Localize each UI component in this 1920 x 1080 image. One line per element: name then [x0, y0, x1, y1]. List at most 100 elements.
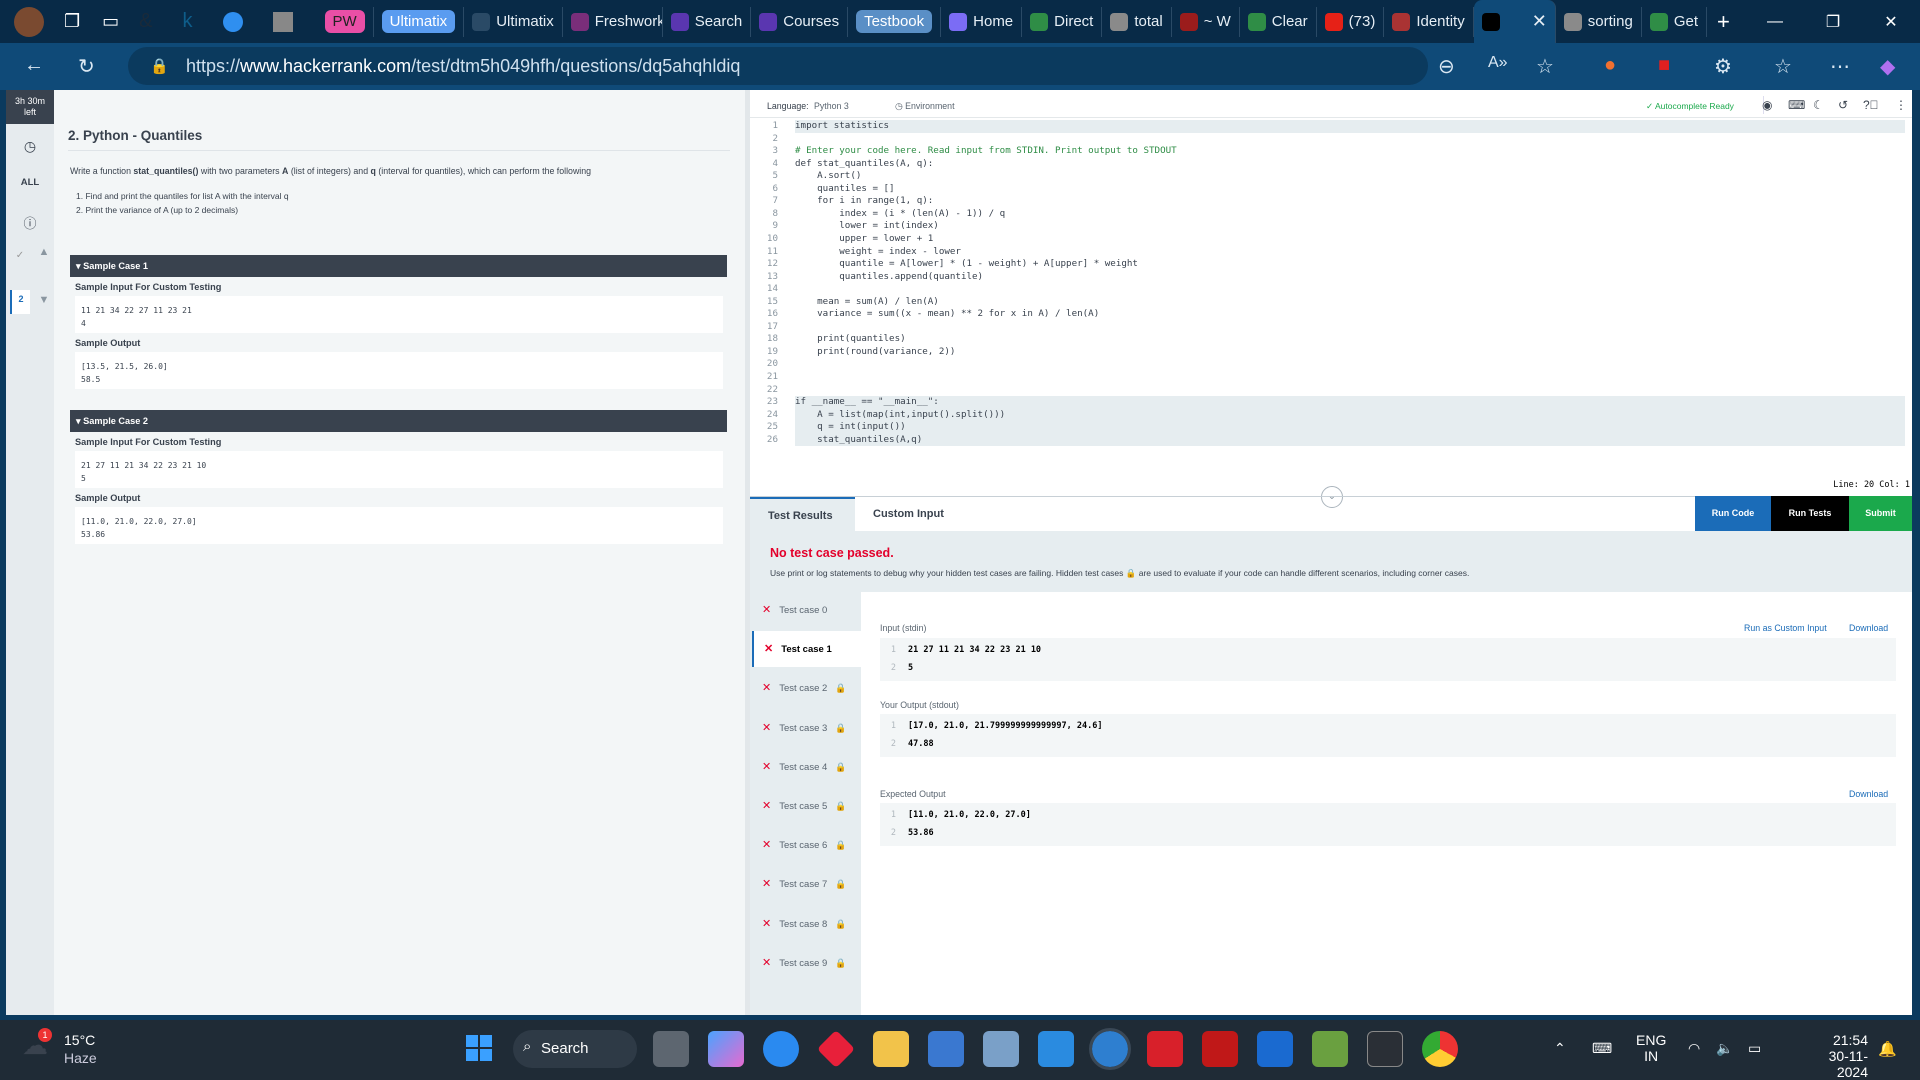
language-indicator[interactable]: ENG IN [1636, 1032, 1666, 1064]
sample-case-1-header[interactable]: ▾ Sample Case 1 [70, 255, 727, 277]
photos-icon[interactable] [983, 1031, 1019, 1067]
compass-icon[interactable]: ◷ [6, 138, 54, 155]
browser-tab[interactable]: (73) [1317, 6, 1385, 37]
browser-tab[interactable]: total [1102, 6, 1172, 37]
more-menu-icon[interactable]: ⋯ [1830, 54, 1850, 79]
notifications-icon[interactable]: 🔔 [1878, 1040, 1897, 1058]
vertical-tabs-icon[interactable]: ▭ [102, 11, 119, 32]
acrobat-icon[interactable] [1202, 1031, 1238, 1067]
browser-tab[interactable]: Testbook [848, 6, 942, 37]
copilot-taskbar-icon[interactable] [708, 1031, 744, 1067]
testcase-item[interactable]: ✕ Test case 6 🔒 [752, 827, 861, 863]
testcase-item[interactable]: ✕ Test case 0 [752, 592, 861, 628]
pinned-tab[interactable]: k [183, 10, 193, 33]
environment-link[interactable]: ◷ Environment [895, 101, 955, 112]
tab-custom-input[interactable]: Custom Input [855, 497, 962, 532]
language-select[interactable]: Python 3 [814, 101, 849, 111]
submit-button[interactable]: Submit [1849, 496, 1912, 531]
browser-tab[interactable]: Search [663, 6, 752, 37]
store-icon[interactable] [928, 1031, 964, 1067]
browser-tab[interactable]: sorting [1556, 6, 1642, 37]
terminal-icon[interactable] [1367, 1031, 1403, 1067]
testcase-item[interactable]: ✕ Test case 5 🔒 [752, 788, 861, 824]
testcase-item[interactable]: ✕ Test case 8 🔒 [752, 906, 861, 942]
browser-tab[interactable]: Freshworks [563, 6, 663, 37]
settings-app-icon[interactable] [1147, 1031, 1183, 1067]
wifi-icon[interactable]: ◠ [1688, 1040, 1700, 1057]
help-app-icon[interactable] [763, 1031, 799, 1067]
testcase-item[interactable]: ✕ Test case 4 🔒 [752, 749, 861, 785]
scroll-down-icon[interactable]: ▼ [36, 294, 52, 306]
testcase-item[interactable]: ✕ Test case 3 🔒 [752, 710, 861, 746]
file-explorer-icon[interactable] [873, 1031, 909, 1067]
run-as-custom-input-link[interactable]: Run as Custom Input [1744, 623, 1827, 633]
extension-icon[interactable]: ● [1604, 54, 1616, 77]
maximize-button[interactable]: ❐ [1804, 12, 1862, 32]
pinned-tab[interactable] [222, 11, 243, 32]
show-hidden-icons[interactable]: ⌃ [1554, 1040, 1566, 1057]
scroll-up-icon[interactable]: ▲ [36, 246, 52, 258]
read-aloud-icon[interactable]: A» [1488, 54, 1508, 72]
run-code-button[interactable]: Run Code [1695, 496, 1771, 531]
pdf-extension-icon[interactable]: ■ [1658, 54, 1670, 77]
weather-text[interactable]: Haze [64, 1050, 97, 1066]
download-expected-link[interactable]: Download [1849, 789, 1888, 799]
browser-tab[interactable]: PW [317, 6, 374, 37]
browser-tab[interactable]: Direct [1022, 6, 1103, 37]
chrome-icon[interactable] [1422, 1031, 1458, 1067]
battery-icon[interactable]: ▭ [1748, 1040, 1761, 1057]
browser-tab[interactable]: Ultimatix [464, 6, 563, 37]
edge-icon[interactable] [1089, 1028, 1131, 1070]
browser-tab[interactable]: Courses [751, 6, 849, 37]
close-window-button[interactable]: ✕ [1862, 12, 1920, 32]
browser-tab[interactable]: ✕ [1473, 0, 1556, 43]
browser-tab[interactable]: Clear [1240, 6, 1317, 37]
favorite-star-icon[interactable]: ☆ [1536, 54, 1554, 79]
more-options-icon[interactable]: ⋮ [1895, 98, 1907, 112]
new-tab-button[interactable]: + [1717, 9, 1730, 35]
workspaces-icon[interactable]: ❐ [64, 11, 80, 32]
testcase-item[interactable]: ✕ Test case 2 🔒 [752, 670, 861, 706]
outlook-icon[interactable] [1257, 1031, 1293, 1067]
favorites-icon[interactable]: ☆ [1774, 54, 1792, 79]
vscode-icon[interactable] [1038, 1031, 1074, 1067]
browser-tab[interactable]: Identity [1384, 6, 1474, 37]
testcase-item[interactable]: ✕ Test case 7 🔒 [752, 866, 861, 902]
dark-mode-icon[interactable]: ☾ [1813, 98, 1824, 112]
refresh-icon[interactable]: ↻ [78, 54, 95, 79]
all-questions-link[interactable]: ALL [6, 177, 54, 188]
history-icon[interactable]: ↺ [1838, 98, 1848, 112]
browser-tab[interactable]: Home [941, 6, 1023, 37]
run-tests-button[interactable]: Run Tests [1771, 496, 1849, 531]
taskbar-search[interactable]: ⌕ Search [513, 1030, 637, 1068]
clock[interactable]: 21:54 30-11-2024 [1800, 1032, 1868, 1080]
copilot-icon[interactable]: ◆ [1880, 54, 1895, 79]
browser-tab[interactable]: Ultimatix [374, 6, 465, 37]
help-icon[interactable]: ?⃝ [1863, 98, 1879, 112]
volume-icon[interactable]: 🔈 [1716, 1040, 1733, 1057]
pinned-tab[interactable] [272, 11, 293, 32]
minimize-button[interactable]: — [1746, 13, 1804, 31]
download-input-link[interactable]: Download [1849, 623, 1888, 633]
temperature[interactable]: 15°C [64, 1032, 95, 1048]
profile-avatar[interactable] [14, 6, 44, 37]
close-tab-icon[interactable]: ✕ [1532, 11, 1547, 32]
url-bar[interactable]: 🔒 https://www.hackerrank.com/test/dtm5h0… [128, 47, 1428, 85]
notepad-icon[interactable] [1312, 1031, 1348, 1067]
question-2-link[interactable]: 2 [10, 290, 30, 314]
sample-case-2-header[interactable]: ▾ Sample Case 2 [70, 410, 727, 432]
pinned-tab[interactable]: & [139, 10, 152, 33]
testcase-item[interactable]: ✕ Test case 1 [752, 631, 861, 668]
browser-tab[interactable]: ~ W [1172, 6, 1240, 37]
keyboard-icon[interactable]: ⌨ [1788, 98, 1805, 112]
back-icon[interactable]: ← [24, 54, 44, 77]
testcase-item[interactable]: ✕ Test case 9 🔒 [752, 945, 861, 981]
task-view-icon[interactable] [653, 1031, 689, 1067]
zoom-out-icon[interactable]: ⊖ [1438, 54, 1455, 79]
info-icon[interactable]: ⓘ [6, 213, 54, 232]
eye-icon[interactable]: ◉ [1762, 98, 1772, 112]
start-button[interactable] [466, 1035, 492, 1061]
browser-tab[interactable]: Get [1642, 6, 1708, 37]
tab-test-results[interactable]: Test Results [750, 497, 855, 532]
keyboard-tray-icon[interactable]: ⌨ [1592, 1040, 1612, 1057]
